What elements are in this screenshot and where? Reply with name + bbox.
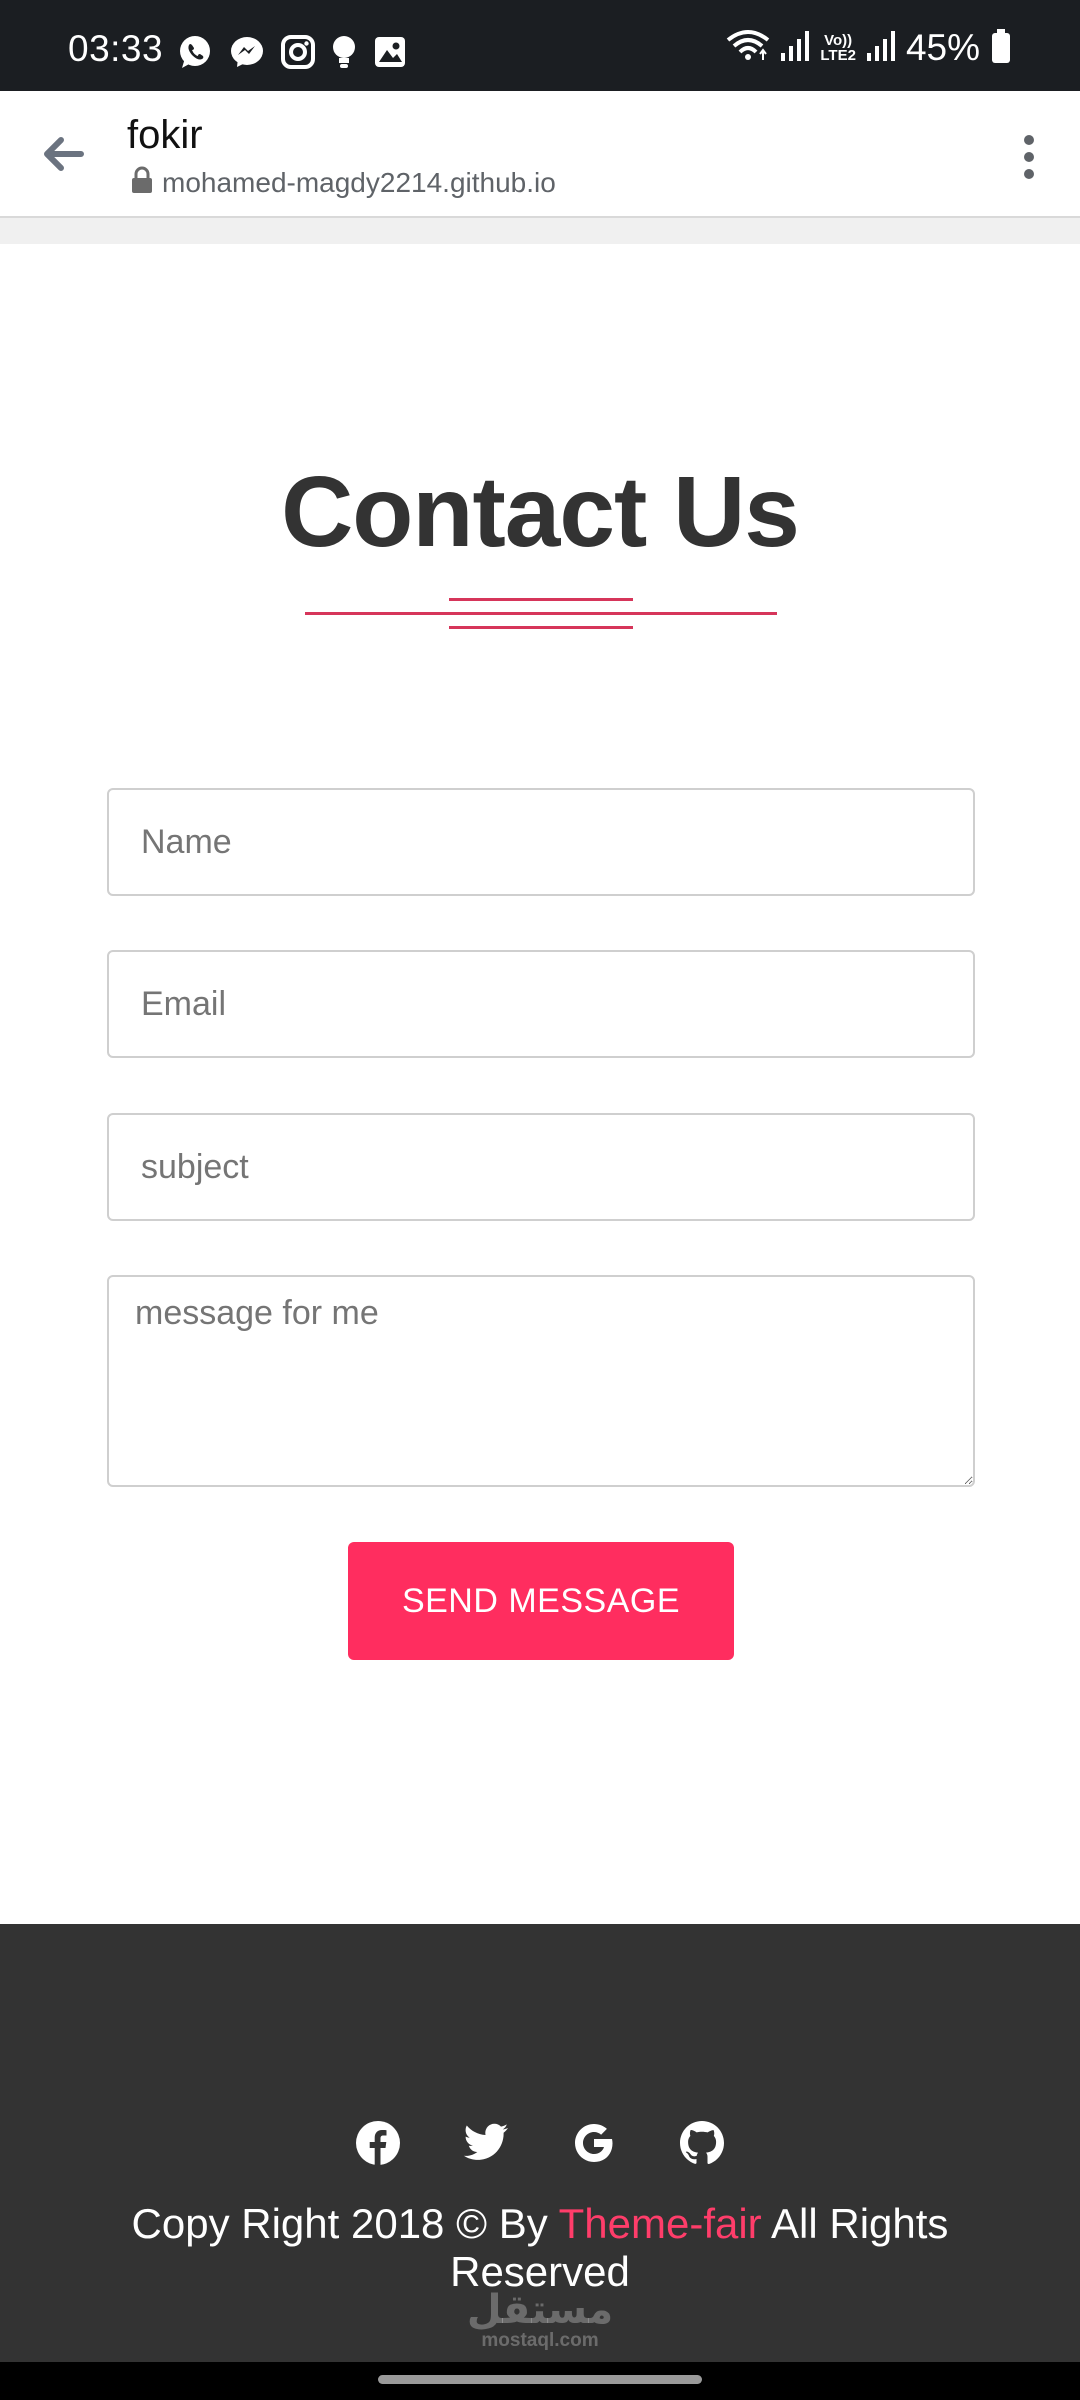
network-label-bottom: LTE2 xyxy=(820,47,856,64)
signal-icon xyxy=(780,29,810,68)
network-type: Vo)) LTE2 xyxy=(820,33,856,63)
home-gesture-handle[interactable] xyxy=(378,2375,702,2384)
theme-fair-link[interactable]: Theme-fair xyxy=(559,2200,762,2247)
status-bar: 03:33 Vo)) LTE2 45% xyxy=(0,0,1080,91)
watermark-arabic: مستقل xyxy=(466,2287,614,2333)
more-vertical-icon xyxy=(1024,135,1034,179)
bulb-icon xyxy=(330,33,358,71)
messenger-icon xyxy=(228,33,266,71)
subject-input[interactable] xyxy=(107,1113,975,1221)
header-divider xyxy=(0,218,1080,244)
url-text: mohamed-magdy2214.github.io xyxy=(162,166,556,198)
github-icon[interactable] xyxy=(679,2120,725,2166)
watermark: مستقل mostaql.com xyxy=(0,2290,1080,2352)
page-title: fokir xyxy=(127,113,203,157)
battery-icon xyxy=(990,28,1012,69)
heading-underline-middle xyxy=(305,612,777,615)
email-input[interactable] xyxy=(107,950,975,1058)
browser-header: fokir mohamed-magdy2214.github.io xyxy=(0,91,1080,218)
wifi-icon xyxy=(726,28,770,69)
battery-percent: 45% xyxy=(905,27,980,68)
copyright-text: Copy Right 2018 © By Theme-fair All Righ… xyxy=(110,2200,970,2296)
twitter-icon[interactable] xyxy=(463,2120,509,2166)
arrow-left-icon xyxy=(44,137,84,171)
heading-underline-bottom xyxy=(449,626,633,629)
more-options-button[interactable] xyxy=(1002,127,1056,187)
copyright-prefix: Copy Right 2018 © By xyxy=(131,2200,559,2247)
signal-icon-2 xyxy=(866,29,896,68)
name-input[interactable] xyxy=(107,788,975,896)
instagram-icon xyxy=(280,34,316,70)
social-links xyxy=(0,2120,1080,2166)
message-textarea[interactable] xyxy=(107,1275,975,1487)
navigation-bar xyxy=(0,2362,1080,2400)
url-bar[interactable]: mohamed-magdy2214.github.io xyxy=(130,166,556,199)
status-time: 03:33 xyxy=(68,28,164,69)
notification-icons xyxy=(176,32,408,72)
gallery-icon xyxy=(372,34,408,70)
facebook-icon[interactable] xyxy=(355,2120,401,2166)
lock-icon xyxy=(130,166,154,199)
network-label-top: Vo)) xyxy=(824,32,853,49)
send-message-button[interactable]: SEND MESSAGE xyxy=(348,1542,734,1660)
google-icon[interactable] xyxy=(571,2120,617,2166)
heading-underline-top xyxy=(449,598,633,601)
status-right: Vo)) LTE2 45% xyxy=(726,27,1012,69)
back-button[interactable] xyxy=(36,127,90,181)
section-heading: Contact Us xyxy=(281,456,800,568)
watermark-latin: mostaql.com xyxy=(481,2330,599,2351)
whatsapp-icon xyxy=(176,33,214,71)
